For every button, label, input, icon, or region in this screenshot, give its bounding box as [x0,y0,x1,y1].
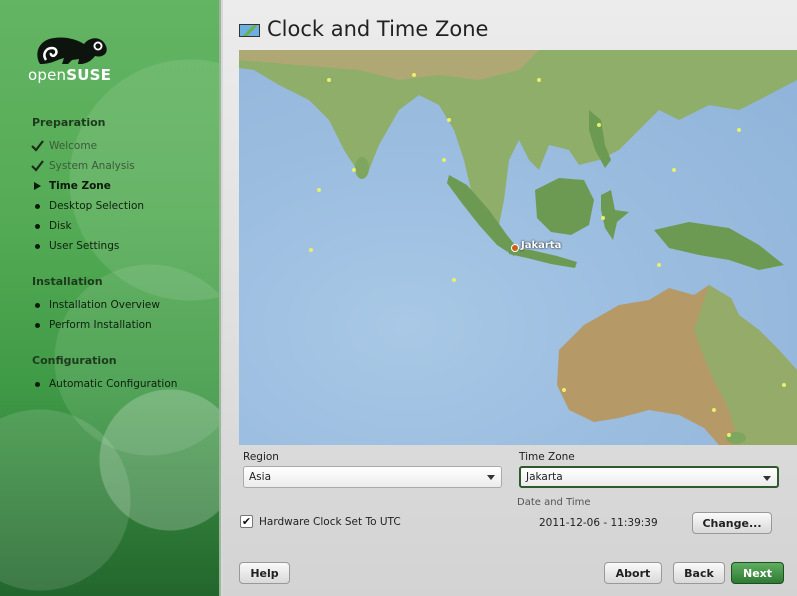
region-label: Region [243,451,279,463]
checkmark-icon: ✔ [241,515,252,528]
section-preparation: Preparation [32,116,106,129]
time-zone-select[interactable]: Jakarta [519,466,779,488]
page-title: Clock and Time Zone [267,17,489,41]
help-button[interactable]: Help [239,562,290,584]
sidebar: openSUSE Preparation Welcome System Anal… [0,0,221,596]
step-welcome: Welcome [30,138,210,154]
bullet-icon [30,199,44,213]
logo-text: openSUSE [28,66,112,84]
abort-button[interactable]: Abort [604,562,662,584]
check-icon [30,139,44,153]
date-time-value: 2011-12-06 - 11:39:39 [539,517,658,529]
chameleon-icon [37,37,107,64]
section-installation: Installation [32,275,103,288]
hardware-clock-utc-label[interactable]: Hardware Clock Set To UTC [259,516,401,528]
bullet-icon [30,219,44,233]
step-perform-installation: Perform Installation [30,317,210,333]
time-zone-map[interactable]: Jakarta [239,50,797,445]
step-installation-overview: Installation Overview [30,297,210,313]
chevron-down-icon [763,476,771,481]
hardware-clock-utc-checkbox[interactable]: ✔ [240,515,253,528]
current-step-arrow-icon [30,179,44,193]
bullet-icon [30,377,44,391]
step-time-zone: Time Zone [30,178,210,194]
world-map-icon [239,24,260,37]
bullet-icon [30,318,44,332]
chevron-down-icon [487,475,495,480]
bullet-icon [30,298,44,312]
step-user-settings: User Settings [30,238,210,254]
section-configuration: Configuration [32,354,117,367]
check-icon [30,159,44,173]
opensuse-logo: openSUSE [28,30,118,90]
step-disk: Disk [30,218,210,234]
region-select-value: Asia [249,471,272,483]
next-button[interactable]: Next [731,562,784,584]
step-automatic-configuration: Automatic Configuration [30,376,210,392]
step-desktop-selection: Desktop Selection [30,198,210,214]
back-button[interactable]: Back [673,562,725,584]
step-system-analysis: System Analysis [30,158,210,174]
bullet-icon [30,239,44,253]
change-button[interactable]: Change... [692,512,772,534]
selected-city-label: Jakarta [521,240,562,251]
time-zone-label: Time Zone [519,451,575,463]
region-select[interactable]: Asia [243,466,502,488]
world-map-graphic [239,50,797,445]
time-zone-select-value: Jakarta [526,471,563,483]
date-time-label: Date and Time [517,497,591,508]
